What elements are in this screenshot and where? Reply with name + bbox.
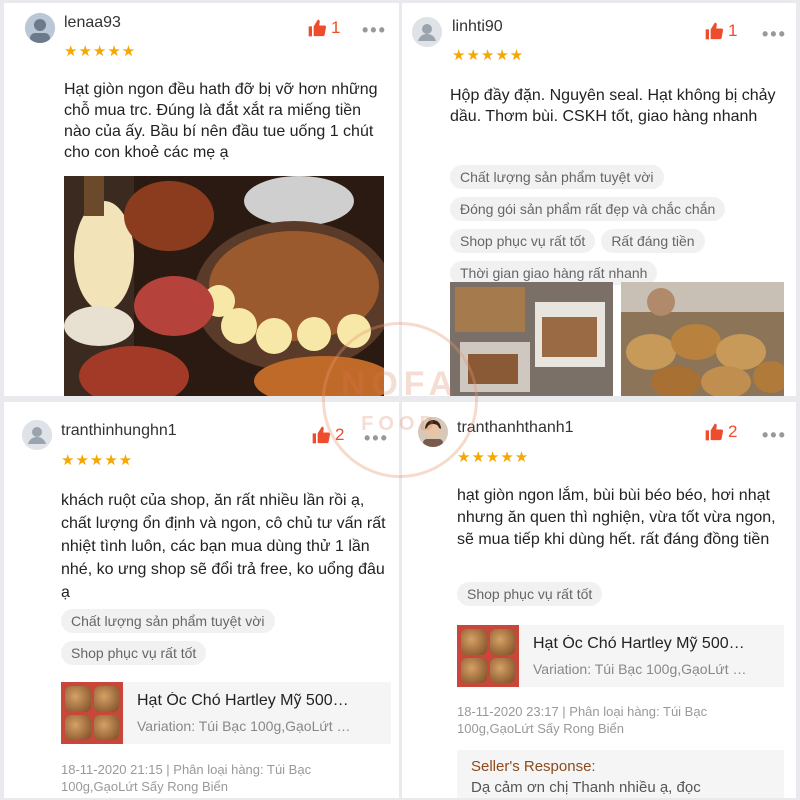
like-count: 1 — [331, 18, 341, 37]
rating-stars: ★★★★★ — [64, 43, 137, 60]
rating-stars: ★★★★★ — [452, 47, 525, 64]
product-variation: Variation: Túi Bạc 100g,GạoLứt … — [137, 718, 351, 734]
user-avatar[interactable] — [418, 417, 448, 447]
default-user-icon — [412, 17, 442, 47]
review-text: Hộp đầy đặn. Nguyên seal. Hạt không bị c… — [450, 87, 776, 125]
rating-stars: ★★★★★ — [457, 449, 530, 466]
username[interactable]: lenaa93 — [64, 14, 121, 32]
product-thumbnail — [61, 682, 123, 744]
product-name: Hạt Óc Chó Hartley Mỹ 500… — [137, 692, 349, 709]
thumbs-up-icon — [312, 426, 331, 444]
thumbs-up-icon — [705, 423, 724, 441]
purchased-product-card[interactable]: Hạt Óc Chó Hartley Mỹ 500… Variation: Tú… — [61, 682, 391, 744]
review-meta: 18-11-2020 23:17 | Phân loại hàng: Túi B… — [457, 704, 708, 736]
review-tag: Đóng gói sản phẩm rất đẹp và chắc chắn — [450, 197, 726, 221]
default-user-icon — [22, 420, 52, 450]
review-tag: Rất đáng tiền — [601, 229, 705, 253]
review-tag: Shop phục vụ rất tốt — [457, 582, 603, 606]
product-name: Hạt Óc Chó Hartley Mỹ 500… — [533, 635, 745, 652]
user-avatar[interactable] — [25, 13, 55, 43]
product-variation: Variation: Túi Bạc 100g,GạoLứt … — [533, 661, 747, 677]
review-photo[interactable] — [621, 282, 784, 396]
review-meta: 18-11-2020 21:15 | Phân loại hàng: Túi B… — [61, 762, 312, 794]
more-options-icon[interactable]: ••• — [364, 429, 389, 447]
like-button[interactable]: 2 — [704, 422, 737, 442]
review-tag: Chất lượng sản phẩm tuyệt vời — [450, 165, 664, 189]
more-options-icon[interactable]: ••• — [762, 25, 787, 43]
seller-response-title: Seller's Response: — [471, 758, 596, 775]
like-count: 2 — [728, 422, 738, 441]
review-card: tranthanhthanh1 ★★★★★ 2 ••• hạt giòn ngo… — [402, 402, 796, 798]
like-button[interactable]: 1 — [704, 21, 737, 41]
review-text: khách ruột của shop, ăn rất nhiều lần rồ… — [61, 492, 386, 601]
like-count: 1 — [728, 21, 738, 40]
review-tag: Shop phục vụ rất tốt — [61, 641, 207, 665]
username[interactable]: tranthinhunghn1 — [61, 422, 177, 440]
product-thumbnail — [457, 625, 519, 687]
thumbs-up-icon — [705, 22, 724, 40]
username[interactable]: linhti90 — [452, 18, 503, 36]
more-options-icon[interactable]: ••• — [362, 21, 387, 39]
like-button[interactable]: 1 — [307, 18, 340, 38]
review-tag: Chất lượng sản phẩm tuyệt vời — [61, 609, 275, 633]
review-photo[interactable] — [450, 282, 613, 396]
user-avatar[interactable] — [412, 17, 442, 47]
like-button[interactable]: 2 — [311, 425, 344, 445]
username[interactable]: tranthanhthanh1 — [457, 419, 574, 437]
review-tags: Chất lượng sản phẩm tuyệt vời Shop phục … — [61, 609, 381, 665]
review-tags: Chất lượng sản phẩm tuyệt vời Đóng gói s… — [450, 165, 770, 285]
review-tag: Shop phục vụ rất tốt — [450, 229, 596, 253]
purchased-product-card[interactable]: Hạt Óc Chó Hartley Mỹ 500… Variation: Tú… — [457, 625, 784, 687]
like-count: 2 — [335, 425, 345, 444]
review-text: hạt giòn ngon lắm, bùi bùi béo béo, hơi … — [457, 487, 776, 548]
review-card: tranthinhunghn1 ★★★★★ 2 ••• khách ruột c… — [4, 402, 399, 798]
review-tags: Shop phục vụ rất tốt — [457, 582, 777, 606]
review-card: linhti90 ★★★★★ 1 ••• Hộp đầy đặn. Nguyên… — [402, 3, 796, 396]
bbq-food-photo[interactable] — [64, 176, 384, 396]
review-card: lenaa93 ★★★★★ 1 ••• Hạt giòn ngon đều ha… — [4, 3, 399, 396]
review-text: Hạt giòn ngon đều hath đỡ bị vỡ hơn nhữn… — [64, 81, 378, 161]
more-options-icon[interactable]: ••• — [762, 426, 787, 444]
seller-response: Seller's Response: Dạ cảm ơn chị Thanh n… — [457, 750, 784, 798]
seller-response-text: Dạ cảm ơn chị Thanh nhiều ạ, đọc — [471, 779, 701, 796]
user-avatar[interactable] — [22, 420, 52, 450]
thumbs-up-icon — [308, 19, 327, 37]
rating-stars: ★★★★★ — [61, 452, 134, 469]
